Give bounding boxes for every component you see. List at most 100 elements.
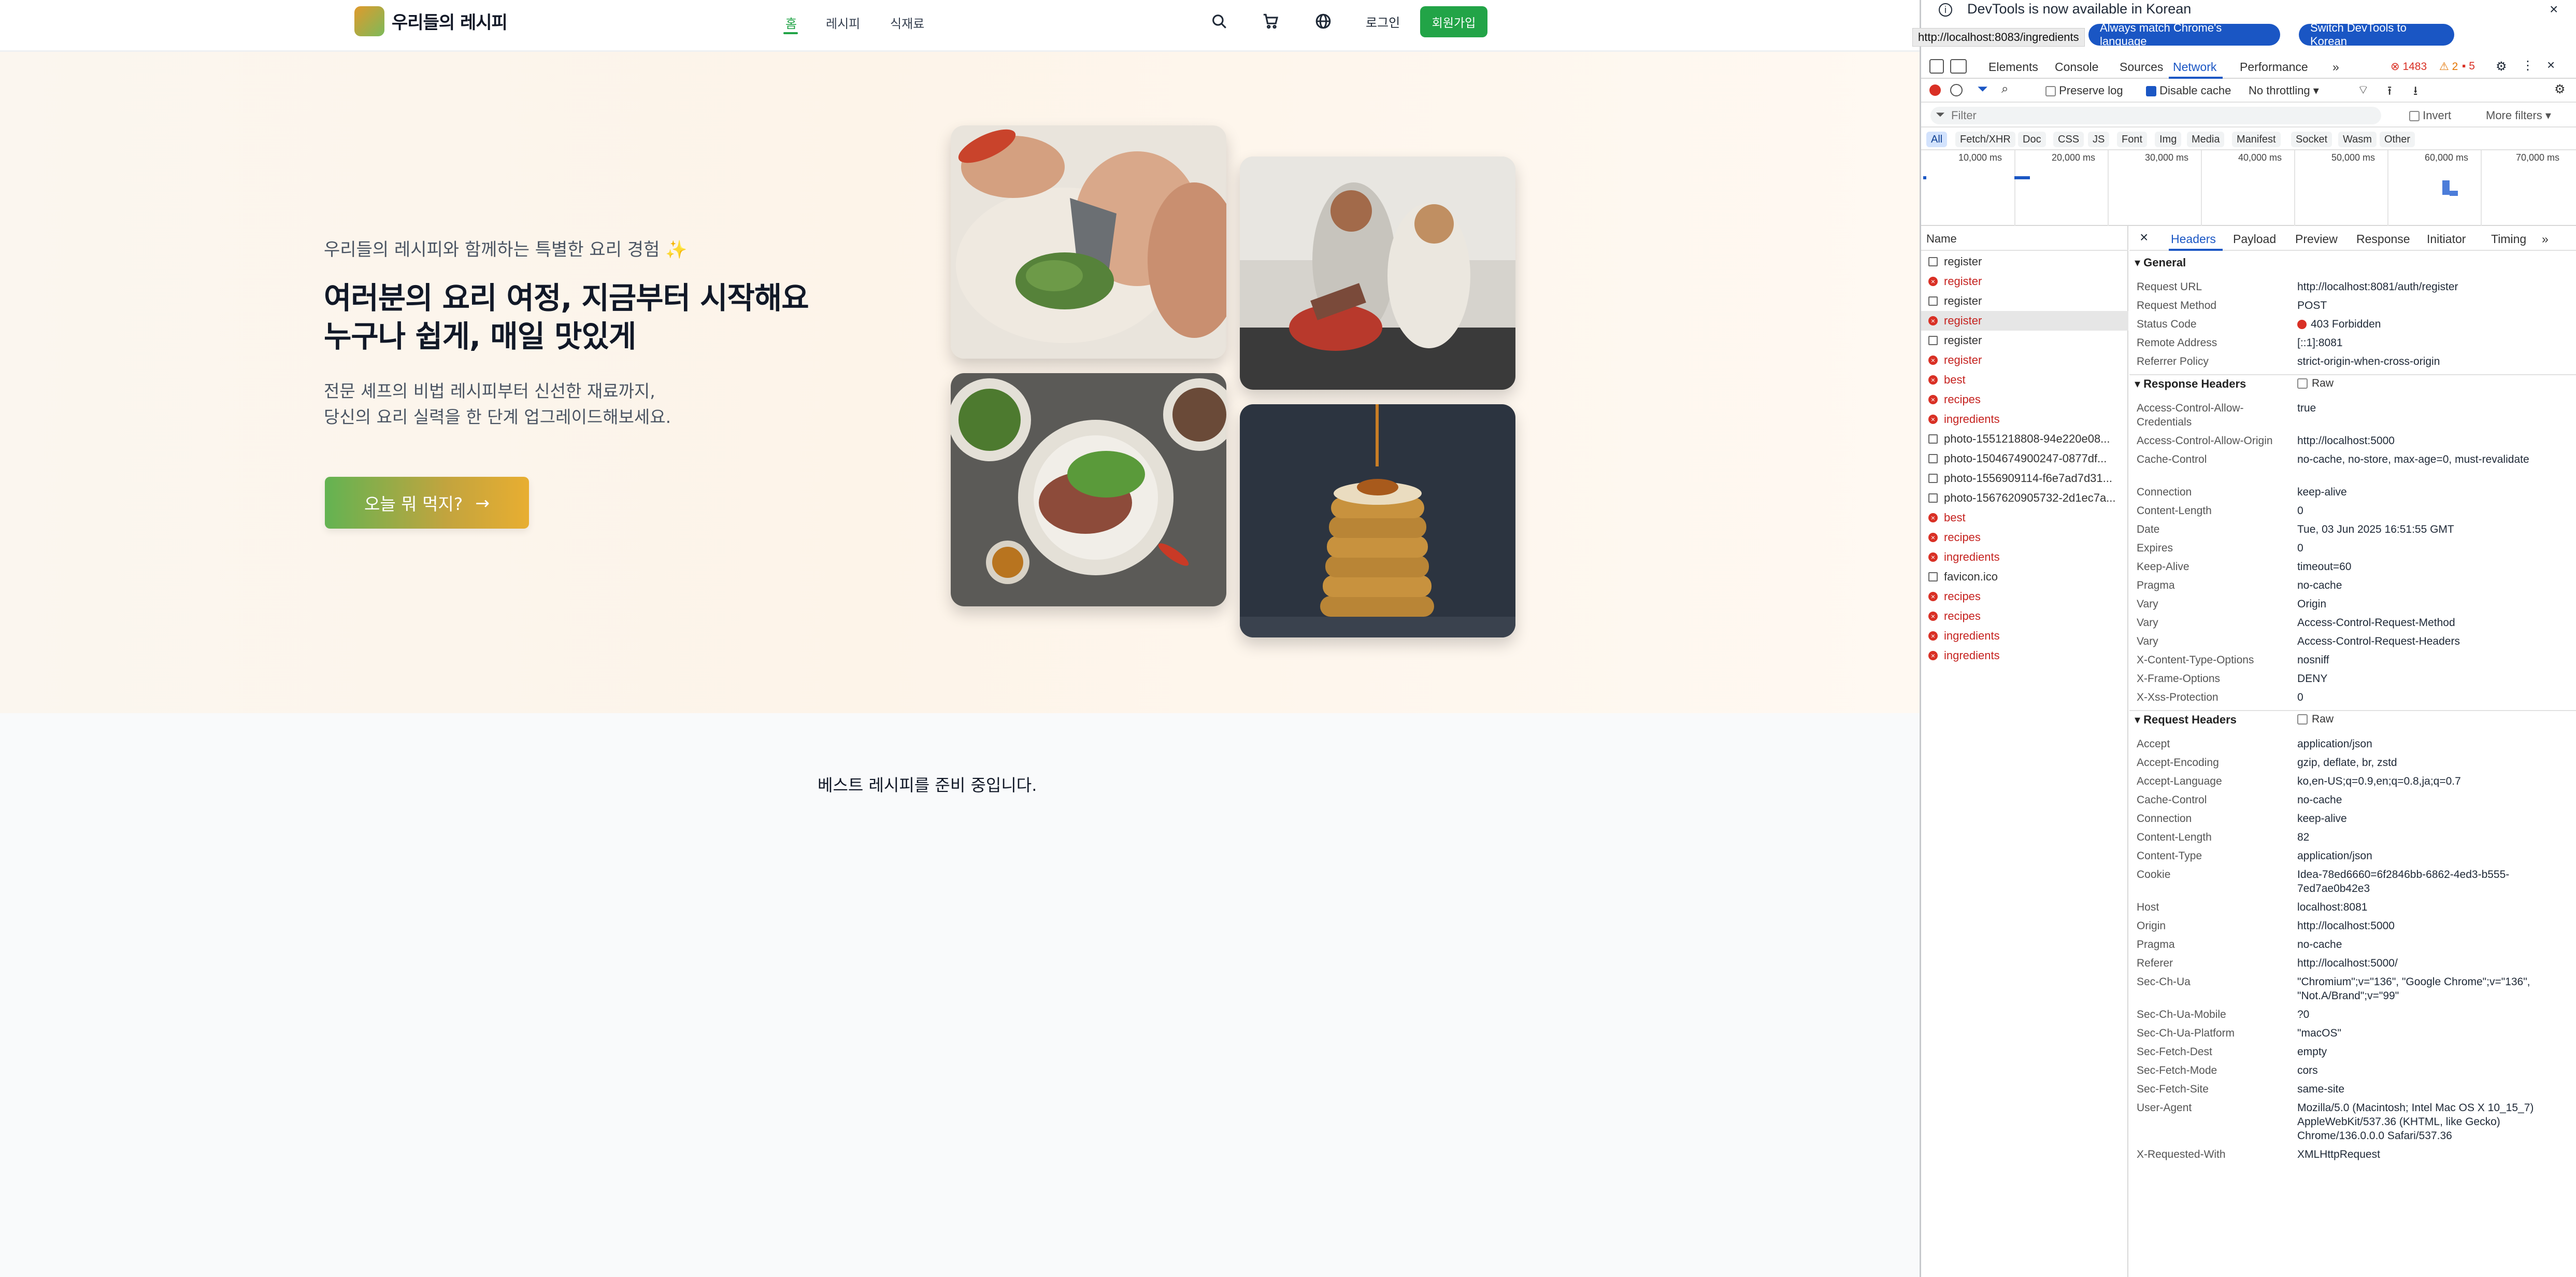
type-fetch-xhr[interactable]: Fetch/XHR bbox=[1955, 132, 2015, 147]
request-row[interactable]: × register bbox=[1921, 311, 2128, 331]
filter-icon[interactable]: ⏷ bbox=[1977, 81, 1988, 97]
type-css[interactable]: CSS bbox=[2053, 132, 2084, 147]
record-icon[interactable] bbox=[1929, 84, 1941, 96]
raw-toggle[interactable]: Raw bbox=[2297, 713, 2334, 726]
tab-console[interactable]: Console bbox=[2055, 60, 2098, 74]
upload-icon[interactable]: ⭱ bbox=[2387, 82, 2392, 103]
request-headers-section-header[interactable]: ▾ Request Headers bbox=[2135, 713, 2237, 727]
request-row[interactable]: × recipes bbox=[1921, 606, 2128, 626]
response-headers-section-header[interactable]: ▾ Response Headers bbox=[2135, 377, 2246, 391]
nav-recipes[interactable]: 레시피 bbox=[826, 13, 860, 32]
download-icon[interactable]: ⭳ bbox=[2413, 82, 2417, 103]
name-column-header[interactable]: Name bbox=[1921, 226, 2128, 251]
device-toolbar-icon[interactable] bbox=[1950, 59, 1967, 74]
tab-response[interactable]: Response bbox=[2356, 232, 2410, 246]
close-devtools-icon[interactable]: × bbox=[2547, 57, 2555, 73]
request-row[interactable]: × ingredients bbox=[1921, 646, 2128, 665]
raw-checkbox[interactable] bbox=[2297, 714, 2308, 725]
invert-checkbox[interactable] bbox=[2409, 111, 2420, 122]
request-row[interactable]: photo-1567620905732-2d1ec7a... bbox=[1921, 488, 2128, 508]
nav-home[interactable]: 홈 bbox=[785, 13, 797, 32]
tab-preview[interactable]: Preview bbox=[2295, 232, 2338, 246]
invert-toggle[interactable]: Invert bbox=[2409, 109, 2451, 122]
raw-checkbox[interactable] bbox=[2297, 378, 2308, 389]
close-detail-icon[interactable]: × bbox=[2140, 229, 2148, 246]
close-icon[interactable]: × bbox=[2550, 1, 2558, 18]
request-row[interactable]: register bbox=[1921, 291, 2128, 311]
preserve-log-checkbox[interactable] bbox=[2045, 86, 2056, 97]
more-filters-dropdown[interactable]: More filters ▾ bbox=[2486, 109, 2551, 122]
request-row[interactable]: register bbox=[1921, 331, 2128, 350]
search-network-icon[interactable]: ⌕ bbox=[2001, 82, 2008, 96]
tab-headers[interactable]: Headers bbox=[2171, 232, 2216, 246]
response-header-row-key: Keep-Alive bbox=[2137, 561, 2189, 573]
request-header-row-value: Mozilla/5.0 (Macintosh; Intel Mac OS X 1… bbox=[2297, 1102, 2534, 1142]
what-to-eat-button[interactable]: 오늘 뭐 먹지? → bbox=[325, 477, 529, 529]
globe-icon[interactable] bbox=[1312, 10, 1334, 32]
request-row[interactable]: register bbox=[1921, 252, 2128, 272]
request-row[interactable]: × recipes bbox=[1921, 528, 2128, 547]
tab-elements[interactable]: Elements bbox=[1988, 60, 2038, 74]
match-language-button[interactable]: Always match Chrome's language bbox=[2088, 21, 2280, 48]
type-all[interactable]: All bbox=[1926, 132, 1948, 147]
raw-toggle[interactable]: Raw bbox=[2297, 377, 2334, 390]
tab-initiator[interactable]: Initiator bbox=[2427, 232, 2466, 246]
network-overview-timeline[interactable]: 10,000 ms 20,000 ms 30,000 ms 40,000 ms … bbox=[1921, 150, 2576, 226]
tab-timing[interactable]: Timing bbox=[2491, 232, 2526, 246]
disable-cache-toggle[interactable]: Disable cache bbox=[2146, 84, 2231, 97]
issue-count[interactable]: ▪ 5 bbox=[2462, 60, 2475, 73]
type-socket[interactable]: Socket bbox=[2291, 132, 2332, 147]
tab-network[interactable]: Network bbox=[2173, 60, 2216, 74]
request-row[interactable]: × ingredients bbox=[1921, 547, 2128, 567]
type-wasm[interactable]: Wasm bbox=[2338, 132, 2377, 147]
request-row[interactable]: × recipes bbox=[1921, 587, 2128, 606]
throttling-select[interactable]: No throttling ▾ bbox=[2249, 84, 2319, 97]
type-other[interactable]: Other bbox=[2380, 132, 2415, 147]
tab-performance[interactable]: Performance bbox=[2240, 60, 2308, 74]
cart-icon[interactable] bbox=[1260, 10, 1282, 32]
request-row[interactable]: favicon.ico bbox=[1921, 567, 2128, 587]
tab-sources[interactable]: Sources bbox=[2120, 60, 2163, 74]
preserve-log-toggle[interactable]: Preserve log bbox=[2045, 84, 2123, 97]
type-manifest[interactable]: Manifest bbox=[2232, 132, 2281, 147]
general-section-header[interactable]: ▾ General bbox=[2135, 256, 2186, 269]
request-row[interactable]: photo-1504674900247-0877df... bbox=[1921, 449, 2128, 469]
clear-icon[interactable] bbox=[1950, 84, 1963, 96]
request-row[interactable]: × best bbox=[1921, 508, 2128, 528]
request-header-row-key: Sec-Ch-Ua-Mobile bbox=[2137, 1009, 2226, 1020]
request-row[interactable]: × recipes bbox=[1921, 390, 2128, 409]
inspect-icon[interactable] bbox=[1929, 59, 1944, 74]
brand-name[interactable]: 우리들의 레시피 bbox=[392, 8, 508, 34]
nav-ingredients[interactable]: 식재료 bbox=[890, 13, 924, 32]
error-count[interactable]: ⊗ 1483 bbox=[2391, 60, 2427, 73]
request-row[interactable]: photo-1551218808-94e220e08... bbox=[1921, 429, 2128, 449]
request-row[interactable]: × register bbox=[1921, 350, 2128, 370]
logo-icon[interactable] bbox=[354, 6, 384, 36]
warning-count[interactable]: ⚠ 2 bbox=[2439, 60, 2458, 73]
hero-tagline: 우리들의 레시피와 함께하는 특별한 요리 경험 ✨ bbox=[324, 239, 688, 260]
type-font[interactable]: Font bbox=[2117, 132, 2148, 147]
type-img[interactable]: Img bbox=[2155, 132, 2182, 147]
tab-payload[interactable]: Payload bbox=[2233, 232, 2276, 246]
type-js[interactable]: JS bbox=[2088, 132, 2110, 147]
network-settings-icon[interactable]: ⚙ bbox=[2554, 82, 2566, 97]
tab-more[interactable]: » bbox=[2332, 60, 2339, 74]
request-row[interactable]: × best bbox=[1921, 370, 2128, 390]
disable-cache-checkbox[interactable] bbox=[2146, 86, 2156, 97]
settings-icon[interactable]: ⚙ bbox=[2496, 59, 2507, 74]
wifi-icon[interactable]: ⌔ bbox=[2357, 82, 2369, 97]
request-row[interactable]: × ingredients bbox=[1921, 409, 2128, 429]
request-row[interactable]: × ingredients bbox=[1921, 626, 2128, 646]
kebab-menu-icon[interactable]: ⋮ bbox=[2522, 58, 2534, 73]
tab-detail-more[interactable]: » bbox=[2542, 232, 2549, 246]
type-media[interactable]: Media bbox=[2187, 132, 2225, 147]
login-link[interactable]: 로그인 bbox=[1366, 12, 1400, 31]
type-doc[interactable]: Doc bbox=[2018, 132, 2046, 147]
request-row[interactable]: × register bbox=[1921, 272, 2128, 291]
signup-button[interactable]: 회원가입 bbox=[1420, 6, 1487, 37]
general-row-value: [::1]:8081 bbox=[2297, 337, 2343, 349]
filter-input[interactable]: Filter bbox=[1930, 107, 2381, 124]
switch-korean-button[interactable]: Switch DevTools to Korean bbox=[2299, 21, 2454, 48]
search-icon[interactable] bbox=[1208, 10, 1230, 32]
request-row[interactable]: photo-1556909114-f6e7ad7d31... bbox=[1921, 469, 2128, 488]
